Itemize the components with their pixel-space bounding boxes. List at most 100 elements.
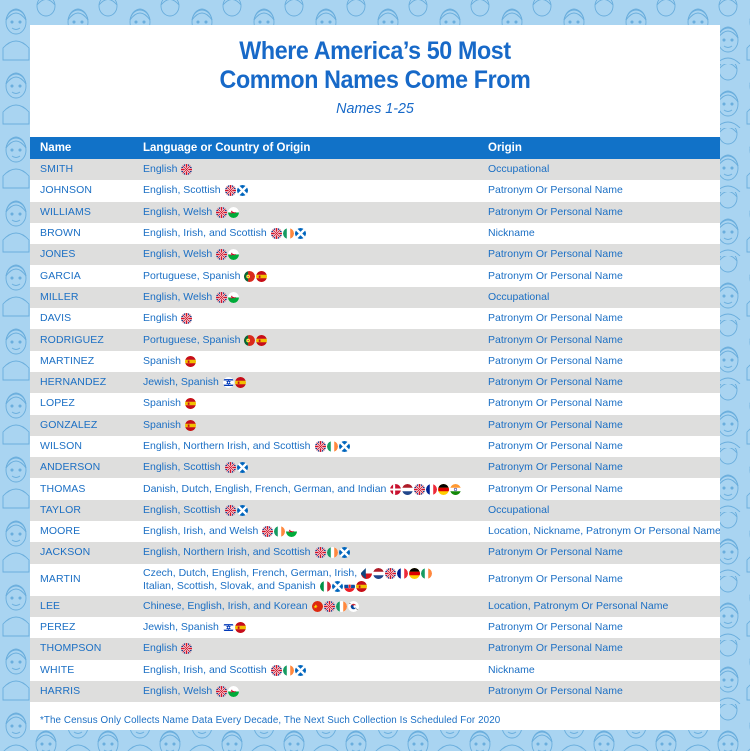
- flag-wales-icon: [228, 291, 240, 303]
- flag-israel-icon: [222, 377, 234, 389]
- flag-france-icon: [397, 567, 409, 579]
- flag-united-kingdom-icon: [270, 228, 282, 240]
- cell-language-origin: Jewish, Spanish: [133, 371, 478, 394]
- table-row: PEREZ Jewish, Spanish Patronym Or Persona…: [30, 616, 720, 639]
- footnote: *The Census Only Collects Name Data Ever…: [40, 715, 501, 727]
- cell-origin-type: Patronym Or Personal Name: [478, 457, 720, 479]
- page-subtitle: Names 1-25: [336, 100, 414, 117]
- cell-language-origin: Spanish: [133, 393, 478, 415]
- flag-france-icon: [426, 483, 438, 495]
- cell-origin-type: Patronym Or Personal Name: [478, 435, 720, 458]
- cell-language-origin: Portuguese, Spanish: [133, 329, 478, 351]
- table-row: WILSON English, Northern Irish, and Scott…: [30, 435, 720, 458]
- table-header: Name Language or Country of Origin Origi…: [30, 137, 720, 159]
- cell-origin-type: Occupational: [478, 159, 720, 181]
- names-table: Name Language or Country of Origin Origi…: [30, 137, 720, 703]
- flag-netherlands-icon: [373, 567, 385, 579]
- cell-origin-type: Patronym Or Personal Name: [478, 414, 720, 436]
- flag-group: [181, 164, 193, 176]
- flag-group: [216, 206, 240, 218]
- table-row: LEE Chinese, English, Irish, and Korean L…: [30, 595, 720, 617]
- flag-group: [390, 483, 462, 495]
- table-row: BROWN English, Irish, and Scottish Nickna…: [30, 222, 720, 245]
- language-text: Portuguese, Spanish: [143, 333, 241, 346]
- cell-language-origin: English, Welsh: [133, 244, 478, 266]
- cell-surname: TAYLOR: [30, 499, 133, 522]
- language-text: English, Irish, and Scottish: [143, 663, 267, 676]
- flag-group: [319, 580, 367, 592]
- flag-ireland-icon: [282, 228, 294, 240]
- table-row: GONZALEZ Spanish Patronym Or Personal Nam…: [30, 414, 720, 436]
- title-block: Where America’s 50 Most Common Names Com…: [30, 25, 720, 125]
- flag-spain-icon: [234, 622, 246, 634]
- cell-origin-type: Patronym Or Personal Name: [478, 393, 720, 415]
- flag-united-kingdom-icon: [224, 185, 236, 197]
- cell-language-origin: English, Irish, and Scottish: [133, 222, 478, 245]
- cell-origin-type: Patronym Or Personal Name: [478, 478, 720, 500]
- flag-group: [181, 643, 193, 655]
- cell-language-origin: Spanish: [133, 414, 478, 436]
- language-text: English, Irish, and Welsh: [143, 525, 259, 538]
- flag-wales-icon: [228, 249, 240, 261]
- flag-spain-icon: [256, 270, 268, 282]
- flag-india-icon: [450, 483, 462, 495]
- flag-wales-icon: [228, 206, 240, 218]
- cell-surname: WHITE: [30, 659, 133, 681]
- flag-ireland-icon: [326, 547, 338, 559]
- flag-united-kingdom-icon: [216, 685, 228, 697]
- page-title-line-2: Common Names Come From: [219, 66, 531, 94]
- cell-language-origin: English, Welsh: [133, 286, 478, 309]
- cell-surname: PEREZ: [30, 616, 133, 639]
- language-text: Spanish: [143, 418, 181, 431]
- flag-united-kingdom-icon: [224, 462, 236, 474]
- cell-surname: HERNANDEZ: [30, 371, 133, 394]
- flag-united-kingdom-icon: [181, 643, 193, 655]
- cell-origin-type: Location, Patronym Or Personal Name: [478, 595, 720, 617]
- cell-language-origin: Spanish: [133, 350, 478, 372]
- flag-united-kingdom-icon: [216, 206, 228, 218]
- table-row: THOMAS Danish, Dutch, English, French, Ge…: [30, 478, 720, 500]
- flag-scotland-icon: [236, 462, 248, 474]
- cell-origin-type: Patronym Or Personal Name: [478, 371, 720, 394]
- flag-scotland-icon: [294, 228, 306, 240]
- flag-spain-icon: [184, 419, 196, 431]
- table-row: LOPEZ Spanish Patronym Or Personal Name: [30, 393, 720, 415]
- language-text: Spanish: [143, 397, 181, 410]
- cell-surname: JONES: [30, 244, 133, 266]
- table-row: WHITE English, Irish, and Scottish Nickna…: [30, 659, 720, 681]
- flag-group: [224, 185, 248, 197]
- column-header-name: Name: [30, 137, 133, 159]
- flag-group: [216, 249, 240, 261]
- flag-spain-icon: [234, 377, 246, 389]
- cell-surname: MOORE: [30, 521, 133, 543]
- language-text: Jewish, Spanish: [143, 621, 219, 634]
- cell-language-origin: Czech, Dutch, English, French, German, I…: [133, 563, 478, 596]
- flag-group: [314, 441, 350, 452]
- flag-united-kingdom-icon: [216, 291, 228, 303]
- cell-language-origin: English, Welsh: [133, 201, 478, 223]
- flag-group: [224, 504, 248, 516]
- flag-united-kingdom-icon: [314, 441, 326, 452]
- flag-portugal-icon: [244, 270, 256, 282]
- cell-language-origin: English, Irish, and Scottish: [133, 659, 478, 681]
- language-text: English: [143, 312, 178, 325]
- flag-group: [184, 355, 196, 367]
- table-row: MILLER English, Welsh Occupational: [30, 286, 720, 309]
- table-row: TAYLOR English, Scottish Occupational: [30, 499, 720, 522]
- language-text: English, Welsh: [143, 248, 213, 261]
- flag-slovakia-icon: [343, 580, 355, 592]
- flag-group: [222, 622, 246, 634]
- cell-origin-type: Occupational: [478, 286, 720, 309]
- flag-united-kingdom-icon: [270, 664, 282, 676]
- flag-ireland-icon: [326, 441, 338, 452]
- language-text: Danish, Dutch, English, French, German, …: [143, 482, 387, 495]
- cell-surname: THOMPSON: [30, 638, 133, 660]
- flag-united-kingdom-icon: [216, 249, 228, 261]
- flag-czech-republic-icon: [361, 567, 373, 579]
- cell-language-origin: Danish, Dutch, English, French, German, …: [133, 478, 478, 500]
- cell-origin-type: Patronym Or Personal Name: [478, 244, 720, 266]
- flag-group: [216, 291, 240, 303]
- cell-surname: WILSON: [30, 435, 133, 458]
- flag-spain-icon: [355, 580, 367, 592]
- table-row: JOHNSON English, Scottish Patronym Or Per…: [30, 180, 720, 202]
